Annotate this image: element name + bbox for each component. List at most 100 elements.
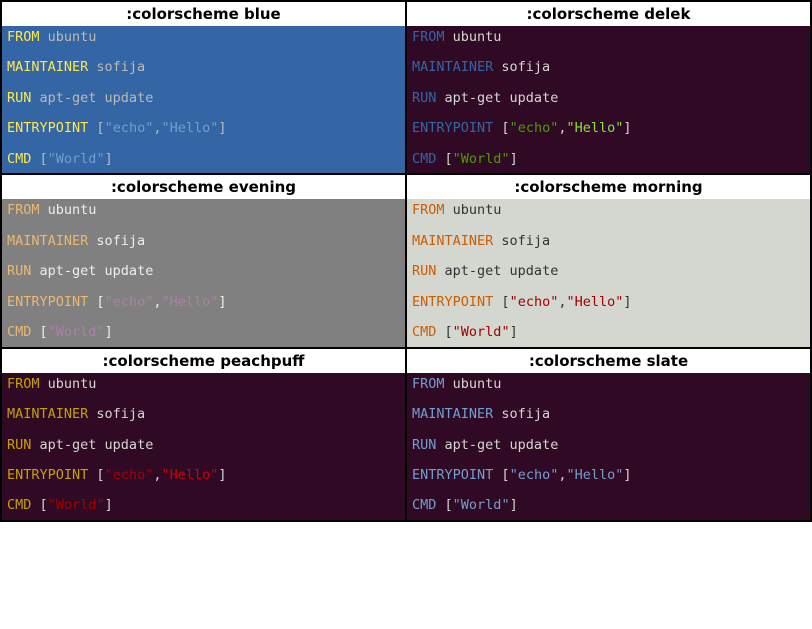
dockerfile-arg: sofija xyxy=(501,233,550,249)
dockerfile-arg: ubuntu xyxy=(48,376,97,392)
code-line: RUN apt-get update xyxy=(7,90,400,107)
code-line: CMD ["World"] xyxy=(7,497,400,514)
dockerfile-string: "World" xyxy=(453,497,510,513)
dockerfile-keyword: RUN xyxy=(7,90,31,106)
blank-line xyxy=(412,453,805,467)
dockerfile-arg: apt-get update xyxy=(445,437,559,453)
bracket: ] xyxy=(623,467,631,483)
blank-line xyxy=(7,250,400,264)
dockerfile-arg: apt-get update xyxy=(40,263,154,279)
dockerfile-arg: apt-get update xyxy=(445,263,559,279)
code-line: FROM ubuntu xyxy=(7,29,400,46)
blank-line xyxy=(412,46,805,60)
blank-line xyxy=(7,423,400,437)
bracket: [ xyxy=(501,294,509,310)
bracket: ] xyxy=(510,497,518,513)
code-line: RUN apt-get update xyxy=(412,263,805,280)
code-line: RUN apt-get update xyxy=(412,437,805,454)
dockerfile-string: "echo" xyxy=(510,467,559,483)
code-block: FROM ubuntuMAINTAINER sofijaRUN apt-get … xyxy=(2,373,405,520)
bracket: [ xyxy=(96,294,104,310)
dockerfile-arg: ubuntu xyxy=(453,29,502,45)
dockerfile-arg: apt-get update xyxy=(40,90,154,106)
dockerfile-arg: sofija xyxy=(96,233,145,249)
code-line: CMD ["World"] xyxy=(412,151,805,168)
dockerfile-string: "World" xyxy=(453,324,510,340)
blank-line xyxy=(412,250,805,264)
dockerfile-keyword: ENTRYPOINT xyxy=(412,294,493,310)
bracket: [ xyxy=(445,151,453,167)
blank-line xyxy=(7,280,400,294)
dockerfile-keyword: CMD xyxy=(7,151,31,167)
code-block: FROM ubuntuMAINTAINER sofijaRUN apt-get … xyxy=(2,199,405,346)
bracket: [ xyxy=(96,120,104,136)
dockerfile-string: "echo" xyxy=(105,467,154,483)
bracket: [ xyxy=(501,120,509,136)
dockerfile-arg: ubuntu xyxy=(48,202,97,218)
dockerfile-keyword: RUN xyxy=(412,263,436,279)
dockerfile-string: "echo" xyxy=(510,120,559,136)
code-line: ENTRYPOINT ["echo","Hello"] xyxy=(7,467,400,484)
blank-line xyxy=(412,423,805,437)
code-block: FROM ubuntuMAINTAINER sofijaRUN apt-get … xyxy=(407,373,810,520)
code-line: RUN apt-get update xyxy=(7,263,400,280)
dockerfile-keyword: MAINTAINER xyxy=(412,59,493,75)
blank-line xyxy=(7,46,400,60)
dockerfile-keyword: ENTRYPOINT xyxy=(7,294,88,310)
dockerfile-string: "echo" xyxy=(105,294,154,310)
code-line: ENTRYPOINT ["echo","Hello"] xyxy=(7,294,400,311)
colorscheme-title: :colorscheme blue xyxy=(2,2,405,26)
dockerfile-string: "World" xyxy=(48,324,105,340)
blank-line xyxy=(412,219,805,233)
dockerfile-keyword: ENTRYPOINT xyxy=(7,467,88,483)
dockerfile-string: "Hello" xyxy=(566,120,623,136)
dockerfile-keyword: FROM xyxy=(7,29,40,45)
dockerfile-keyword: RUN xyxy=(7,437,31,453)
dockerfile-keyword: CMD xyxy=(412,497,436,513)
code-line: ENTRYPOINT ["echo","Hello"] xyxy=(412,467,805,484)
blank-line xyxy=(7,484,400,498)
dockerfile-arg: sofija xyxy=(501,59,550,75)
dockerfile-keyword: RUN xyxy=(412,90,436,106)
dockerfile-keyword: MAINTAINER xyxy=(412,233,493,249)
dockerfile-arg: sofija xyxy=(501,406,550,422)
bracket: ] xyxy=(510,324,518,340)
bracket: ] xyxy=(510,151,518,167)
colorscheme-cell: :colorscheme delekFROM ubuntuMAINTAINER … xyxy=(406,1,811,174)
dockerfile-string: "World" xyxy=(453,151,510,167)
blank-line xyxy=(412,484,805,498)
code-line: MAINTAINER sofija xyxy=(412,233,805,250)
bracket: [ xyxy=(445,497,453,513)
dockerfile-string: "Hello" xyxy=(161,467,218,483)
code-line: MAINTAINER sofija xyxy=(7,233,400,250)
blank-line xyxy=(412,280,805,294)
blank-line xyxy=(412,393,805,407)
code-line: CMD ["World"] xyxy=(412,497,805,514)
dockerfile-arg: ubuntu xyxy=(48,29,97,45)
dockerfile-string: "Hello" xyxy=(566,294,623,310)
colorscheme-cell: :colorscheme slateFROM ubuntuMAINTAINER … xyxy=(406,348,811,521)
blank-line xyxy=(7,107,400,121)
colorscheme-cell: :colorscheme peachpuffFROM ubuntuMAINTAI… xyxy=(1,348,406,521)
bracket: ] xyxy=(218,120,226,136)
code-line: ENTRYPOINT ["echo","Hello"] xyxy=(412,120,805,137)
dockerfile-keyword: MAINTAINER xyxy=(7,406,88,422)
dockerfile-keyword: CMD xyxy=(412,151,436,167)
dockerfile-keyword: RUN xyxy=(7,263,31,279)
dockerfile-string: "echo" xyxy=(510,294,559,310)
bracket: [ xyxy=(445,324,453,340)
code-line: MAINTAINER sofija xyxy=(412,59,805,76)
dockerfile-string: "World" xyxy=(48,497,105,513)
dockerfile-string: "Hello" xyxy=(566,467,623,483)
dockerfile-keyword: FROM xyxy=(412,29,445,45)
colorscheme-title: :colorscheme evening xyxy=(2,175,405,199)
code-line: FROM ubuntu xyxy=(7,376,400,393)
blank-line xyxy=(7,76,400,90)
bracket: ] xyxy=(218,294,226,310)
dockerfile-arg: ubuntu xyxy=(453,202,502,218)
code-line: CMD ["World"] xyxy=(7,151,400,168)
bracket: [ xyxy=(40,324,48,340)
dockerfile-string: "Hello" xyxy=(161,120,218,136)
bracket: ] xyxy=(623,120,631,136)
code-line: CMD ["World"] xyxy=(412,324,805,341)
